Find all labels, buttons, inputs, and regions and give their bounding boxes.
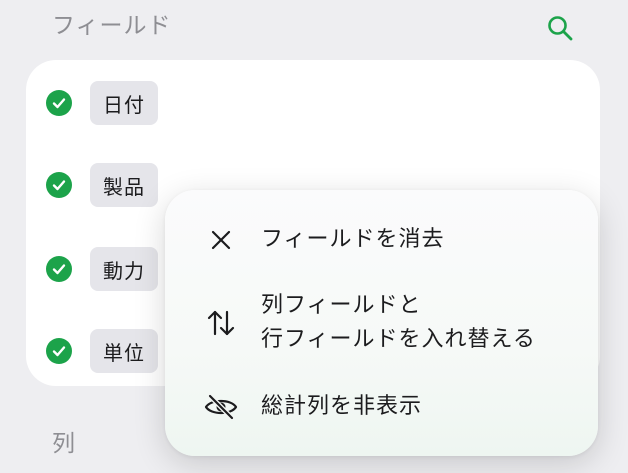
close-icon — [203, 224, 239, 256]
menu-item-label: 総計列を非表示 — [261, 394, 423, 419]
menu-item-label-line1: 列フィールドと — [261, 293, 422, 318]
checkmark-icon[interactable] — [46, 256, 72, 282]
menu-item-label-line2: 行フィールドを入れ替える — [261, 327, 536, 352]
menu-item-swap-fields[interactable]: 列フィールドと 行フィールドを入れ替える — [165, 290, 598, 356]
field-chip[interactable]: 単位 — [90, 329, 158, 373]
checkmark-icon[interactable] — [46, 172, 72, 198]
eye-slash-icon — [203, 391, 239, 423]
field-row-date[interactable]: 日付 — [26, 80, 600, 126]
menu-item-hide-grand-total[interactable]: 総計列を非表示 — [165, 391, 598, 423]
checkmark-icon[interactable] — [46, 338, 72, 364]
menu-item-label: フィールドを消去 — [261, 227, 445, 252]
field-chip[interactable]: 動力 — [90, 247, 158, 291]
search-button[interactable] — [544, 12, 576, 44]
field-chip[interactable]: 日付 — [90, 81, 158, 125]
search-icon — [548, 16, 573, 41]
checkmark-icon[interactable] — [46, 90, 72, 116]
section-header-fields: フィールド — [52, 13, 172, 39]
field-chip[interactable]: 製品 — [90, 163, 158, 207]
swap-arrows-icon — [203, 307, 239, 339]
menu-item-clear-field[interactable]: フィールドを消去 — [165, 224, 598, 256]
section-header-columns: 列 — [52, 431, 75, 457]
context-menu: フィールドを消去 列フィールドと 行フィールドを入れ替える 総計列を非表示 — [165, 190, 598, 456]
